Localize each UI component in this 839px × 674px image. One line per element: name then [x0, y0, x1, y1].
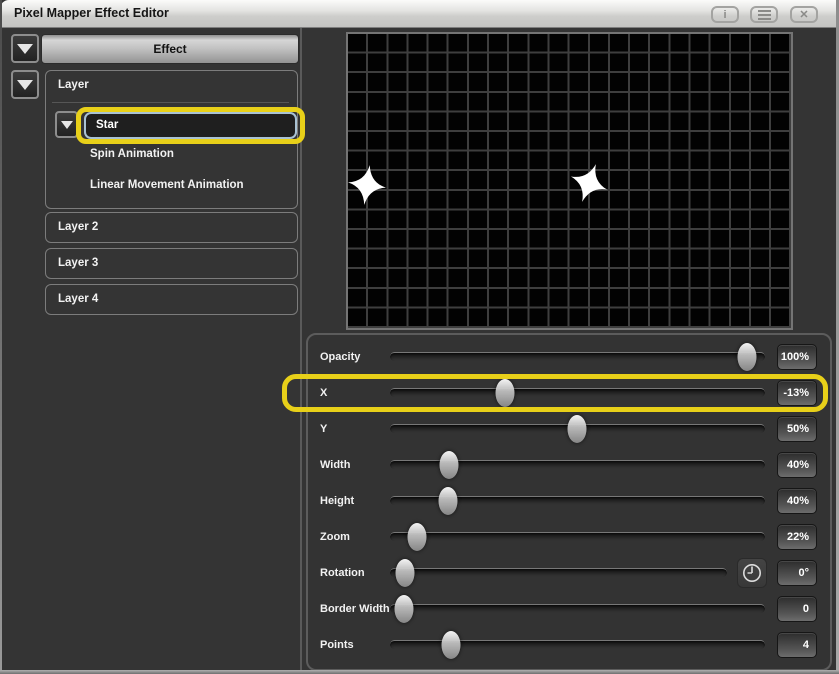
slider-label: Points: [320, 627, 354, 663]
star-shape: [341, 159, 393, 211]
slider-row: Width 40%: [308, 447, 830, 483]
panel-splitter: [300, 28, 302, 674]
slider-label: Opacity: [320, 339, 360, 375]
slider-value-button[interactable]: 40%: [777, 488, 817, 514]
window-border-bottom: [0, 670, 839, 674]
pixel-mapper-effect-editor-window: Pixel Mapper Effect Editor i ✕ Effect La…: [0, 0, 839, 674]
selected-effect-name-field[interactable]: Star: [84, 112, 297, 139]
slider-row: Zoom 22%: [308, 519, 830, 555]
slider-label: X: [320, 375, 327, 411]
slider-value-button[interactable]: 0: [777, 596, 817, 622]
slider-track[interactable]: [390, 388, 765, 397]
slider-label: Zoom: [320, 519, 350, 555]
slider-track[interactable]: [390, 640, 765, 649]
slider-row: Border Width 0: [308, 591, 830, 627]
slider-row: Y 50%: [308, 411, 830, 447]
slider-row: Opacity 100%: [308, 339, 830, 375]
slider-label: Height: [320, 483, 354, 519]
slider-thumb[interactable]: [496, 379, 515, 407]
slider-track[interactable]: [390, 424, 765, 433]
clock-icon: [741, 562, 763, 584]
chevron-down-icon: [61, 121, 73, 129]
collapse-layer-button[interactable]: [11, 70, 39, 99]
rotation-clock-button[interactable]: [737, 558, 767, 588]
collapse-star-effect-button[interactable]: [55, 111, 78, 138]
close-icon: ✕: [799, 8, 808, 21]
slider-value-button[interactable]: 40%: [777, 452, 817, 478]
hamburger-menu-icon: [758, 14, 771, 16]
effect-parameters-panel: Opacity 100% X -13% Y: [306, 333, 832, 671]
title-bar[interactable]: Pixel Mapper Effect Editor i ✕: [0, 0, 839, 28]
slider-track[interactable]: [390, 496, 765, 505]
slider-row: Points 4: [308, 627, 830, 663]
slider-label: Y: [320, 411, 327, 447]
info-icon: i: [723, 9, 726, 21]
slider-thumb[interactable]: [439, 451, 458, 479]
window-border-left: [0, 0, 2, 674]
info-button[interactable]: i: [711, 6, 739, 23]
slider-thumb[interactable]: [568, 415, 587, 443]
slider-thumb[interactable]: [738, 343, 757, 371]
slider-value-button[interactable]: 4: [777, 632, 817, 658]
slider-value-button[interactable]: 100%: [777, 344, 817, 370]
slider-thumb[interactable]: [396, 559, 415, 587]
linear-movement-animation-item[interactable]: Linear Movement Animation: [90, 179, 244, 191]
slider-row: Rotation 0°: [308, 555, 830, 591]
slider-label: Rotation: [320, 555, 365, 591]
pixel-grid-preview: [346, 32, 793, 330]
slider-value-button[interactable]: 50%: [777, 416, 817, 442]
divider: [52, 102, 289, 103]
slider-value-button[interactable]: 0°: [777, 560, 817, 586]
chevron-down-icon: [17, 80, 33, 90]
menu-button[interactable]: [750, 6, 778, 23]
layer-4-panel[interactable]: Layer 4: [45, 284, 298, 315]
layer-3-panel[interactable]: Layer 3: [45, 248, 298, 279]
window-title: Pixel Mapper Effect Editor: [14, 0, 169, 27]
effect-header-button[interactable]: Effect: [41, 34, 299, 64]
slider-track[interactable]: [390, 352, 765, 361]
slider-track[interactable]: [390, 568, 727, 577]
slider-row: X -13%: [308, 375, 830, 411]
slider-label: Border Width: [320, 591, 390, 627]
slider-label: Width: [320, 447, 350, 483]
slider-row: Height 40%: [308, 483, 830, 519]
close-button[interactable]: ✕: [790, 6, 818, 23]
slider-thumb[interactable]: [394, 595, 413, 623]
chevron-down-icon: [17, 44, 33, 54]
collapse-effect-button[interactable]: [11, 34, 39, 63]
slider-thumb[interactable]: [442, 631, 461, 659]
slider-value-button[interactable]: -13%: [777, 380, 817, 406]
star-shape: [560, 154, 619, 213]
slider-track[interactable]: [390, 532, 765, 541]
slider-thumb[interactable]: [408, 523, 427, 551]
slider-thumb[interactable]: [439, 487, 458, 515]
layer-2-panel[interactable]: Layer 2: [45, 212, 298, 243]
spin-animation-item[interactable]: Spin Animation: [90, 148, 174, 160]
slider-track[interactable]: [390, 460, 765, 469]
slider-value-button[interactable]: 22%: [777, 524, 817, 550]
layer-panel-title: Layer: [58, 79, 89, 91]
slider-track[interactable]: [390, 604, 765, 613]
